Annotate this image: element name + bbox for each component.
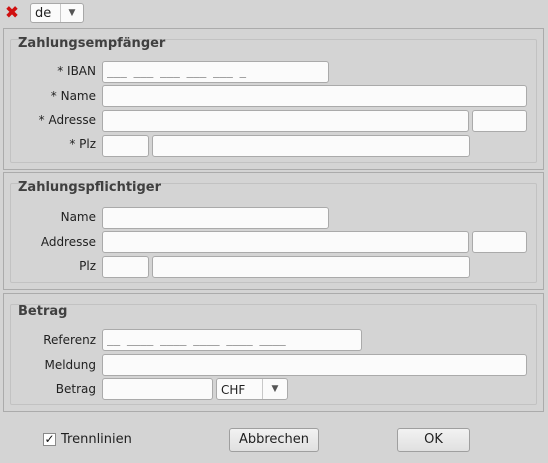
reference-value: __ ____ ____ ____ ____ ____ <box>107 333 286 346</box>
amount-field[interactable] <box>102 378 213 400</box>
payer-city-field[interactable] <box>152 256 470 278</box>
payee-name-label: * Name <box>50 89 96 103</box>
payer-name-field[interactable] <box>102 207 329 229</box>
reference-field[interactable]: __ ____ ____ ____ ____ ____ <box>102 329 362 351</box>
chevron-down-icon[interactable]: ▼ <box>60 4 83 22</box>
payer-name-label: Name <box>60 210 96 224</box>
top-bar: ✖ de ▼ <box>0 0 548 28</box>
payee-plz-label: * Plz <box>69 137 96 151</box>
message-field[interactable] <box>102 354 527 376</box>
payer-address-field[interactable] <box>102 231 469 253</box>
payee-name-field[interactable] <box>102 85 527 107</box>
cancel-button[interactable]: Abbrechen <box>229 428 319 452</box>
amount-panel: Betrag Referenz __ ____ ____ ____ ____ _… <box>3 293 544 412</box>
iban-field[interactable]: ___ ___ ___ ___ ___ _ <box>102 61 329 83</box>
payee-city-field[interactable] <box>152 135 470 157</box>
payee-address-field[interactable] <box>102 110 469 132</box>
payee-house-number-field[interactable] <box>472 110 527 132</box>
close-icon[interactable]: ✖ <box>4 5 20 22</box>
payer-title: Zahlungspflichtiger <box>18 180 162 195</box>
separator-lines-checkbox[interactable]: ✓ <box>43 433 56 446</box>
payee-plz-field[interactable] <box>102 135 149 157</box>
payer-plz-label: Plz <box>79 259 96 273</box>
payer-panel: Zahlungspflichtiger Name Addresse Plz <box>3 172 544 290</box>
payer-plz-field[interactable] <box>102 256 149 278</box>
payer-house-number-field[interactable] <box>472 231 527 253</box>
language-value: de <box>35 6 52 21</box>
language-select[interactable]: de ▼ <box>30 3 84 23</box>
payee-address-label: * Adresse <box>38 113 96 127</box>
separator-lines-label[interactable]: Trennlinien <box>61 432 132 447</box>
currency-select[interactable]: CHF ▼ <box>216 378 288 400</box>
amount-title: Betrag <box>18 304 68 319</box>
amount-label: Betrag <box>55 382 96 396</box>
ok-button[interactable]: OK <box>397 428 470 452</box>
payer-address-label: Addresse <box>40 235 96 249</box>
message-label: Meldung <box>44 358 96 372</box>
iban-value: ___ ___ ___ ___ ___ _ <box>107 65 247 78</box>
currency-value: CHF <box>221 383 246 397</box>
footer-bar: ✓ Trennlinien Abbrechen OK <box>0 420 548 463</box>
payee-title: Zahlungsempfänger <box>18 36 166 51</box>
iban-label: * IBAN <box>57 64 96 78</box>
payee-panel: Zahlungsempfänger * IBAN ___ ___ ___ ___… <box>3 28 544 170</box>
reference-label: Referenz <box>43 333 96 347</box>
chevron-down-icon[interactable]: ▼ <box>262 379 287 399</box>
